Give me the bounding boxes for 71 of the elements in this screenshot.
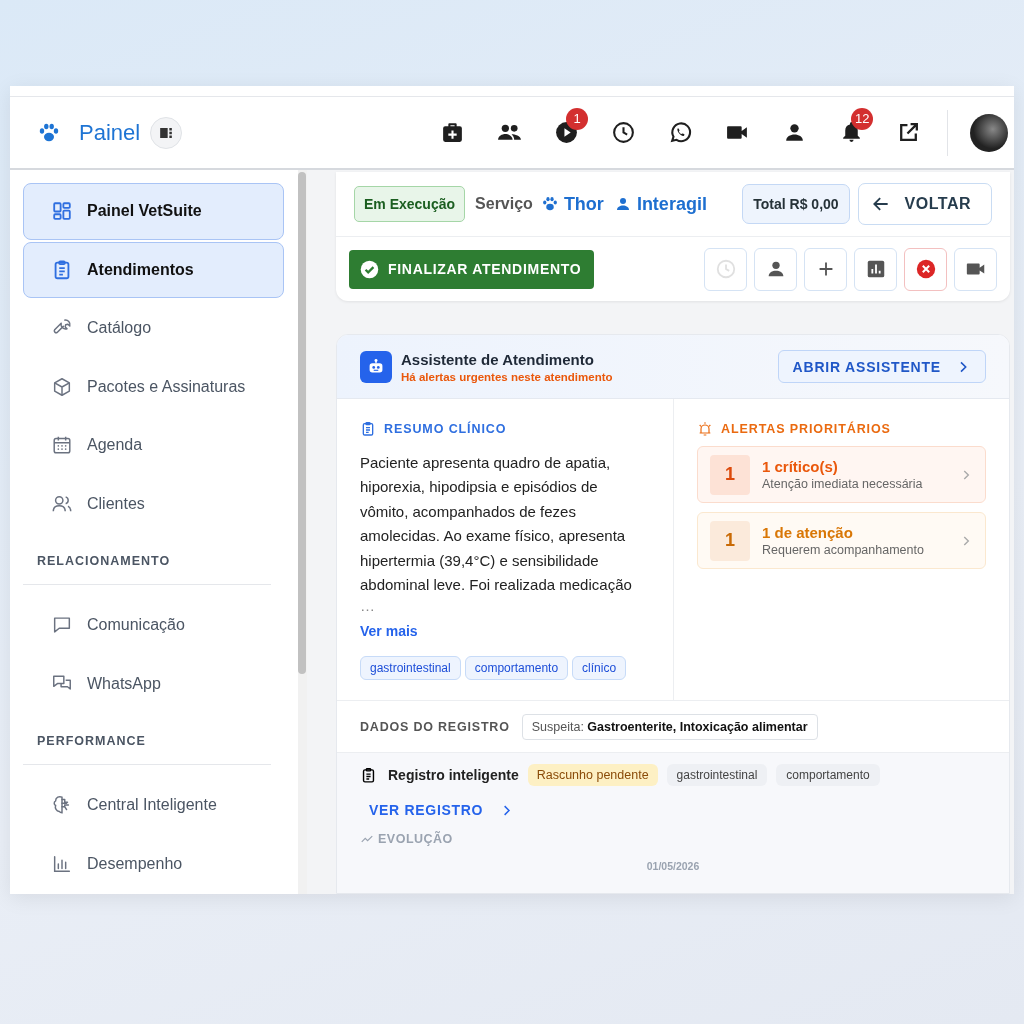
- tag: gastrointestinal: [360, 656, 461, 681]
- section-heading: PERFORMANCE: [37, 734, 146, 748]
- sidebar-item[interactable]: Clientes: [23, 475, 284, 532]
- sidebar-item[interactable]: Comunicação: [23, 597, 284, 654]
- box-icon: [51, 375, 73, 398]
- pet-name[interactable]: Thor: [563, 193, 604, 215]
- calendar-icon: [51, 434, 73, 457]
- sidebar-item[interactable]: Central Inteligente: [23, 777, 284, 834]
- sidebar-item[interactable]: Agenda: [23, 417, 284, 474]
- alarm-icon: [697, 421, 713, 437]
- cancel-button[interactable]: [904, 247, 947, 291]
- clipboard-icon: [360, 421, 376, 437]
- client-name[interactable]: Interagil: [636, 193, 707, 215]
- tag: comportamento: [464, 656, 569, 681]
- section-heading: RESUMO CLÍNICO: [384, 422, 507, 436]
- sidebar-item[interactable]: Atendimentos: [23, 241, 284, 298]
- finish-button[interactable]: FINALIZAR ATENDIMENTO: [349, 249, 595, 289]
- sidebar-item[interactable]: Pacotes e Assinaturas: [23, 358, 284, 415]
- alert-card[interactable]: 1 1 de atenção Requerem acompanhamento: [697, 512, 986, 569]
- whatsapp-icon: [668, 120, 693, 145]
- close-icon: [914, 258, 937, 280]
- person-button[interactable]: [754, 247, 797, 291]
- alert-title: 1 de atenção: [762, 524, 854, 541]
- alert-count: 1: [710, 454, 750, 495]
- service-label: Serviço: [475, 195, 533, 213]
- clinical-summary: Paciente apresenta quadro de apatia, hiporexia, hipodipsia e episódios de vômito, acompanhados de fezes amolecidas. Ao exame físico, apresenta hipertermia (39,4°C) e sensibilidade abdominal leve. Foi realizada medicação: [360, 453, 633, 596]
- clock-icon: [714, 258, 737, 280]
- sidebar-item[interactable]: WhatsApp: [23, 655, 284, 712]
- tag: clínico: [572, 656, 627, 681]
- count-badge: 12: [851, 107, 874, 130]
- suspicion-tag: Suspeita: Gastroenterite, Intoxicação alimentar: [521, 713, 818, 740]
- ellipsis: …: [360, 599, 375, 614]
- sidebar-item[interactable]: Catálogo: [23, 300, 284, 357]
- status-badge: Em Execução: [354, 186, 466, 222]
- clipboard-icon: [360, 766, 377, 784]
- user-avatar[interactable]: [970, 113, 1008, 152]
- panel-toggle-button[interactable]: [150, 116, 183, 149]
- app-title: Painel: [79, 119, 141, 146]
- alert-subtitle: Há alertas urgentes neste atendimento: [401, 370, 613, 383]
- total-amount: Total R$ 0,00: [742, 184, 850, 224]
- add-button[interactable]: [804, 247, 847, 291]
- paw-icon: [540, 195, 559, 213]
- alert-card[interactable]: 1 1 crítico(s) Atenção imediata necessária: [697, 446, 986, 503]
- view-record-link[interactable]: VER REGISTRO: [362, 798, 522, 823]
- section-heading: ALERTAS PRIORITÁRIOS: [721, 422, 891, 436]
- section-heading: EVOLUÇÃO: [378, 832, 453, 847]
- scrollbar-thumb[interactable]: [298, 172, 306, 674]
- count-badge: 1: [566, 107, 588, 130]
- tag: gastrointestinal: [666, 764, 768, 787]
- alert-description: Requerem acompanhamento: [762, 543, 924, 557]
- video-button[interactable]: [954, 247, 997, 291]
- alert-count: 1: [710, 520, 750, 561]
- assistant-title: Assistente de Atendimento: [401, 350, 595, 368]
- date-label: 01/05/2026: [646, 860, 700, 873]
- sidebar-item[interactable]: Painel VetSuite: [23, 183, 284, 240]
- chart-button[interactable]: [854, 247, 897, 291]
- back-button[interactable]: VOLTAR: [857, 183, 992, 225]
- status-tag: Rascunho pendente: [527, 764, 658, 787]
- tag: comportamento: [776, 764, 880, 787]
- see-more-link[interactable]: Ver mais: [360, 623, 418, 640]
- alert-description: Atenção imediata necessária: [762, 477, 923, 491]
- check-circle-icon: [359, 258, 380, 280]
- record-title: Registro inteligente: [388, 767, 519, 784]
- open-assistant-button[interactable]: ABRIR ASSISTENTE: [777, 350, 986, 383]
- alert-title: 1 crítico(s): [762, 458, 839, 475]
- sidebar-item[interactable]: Desempenho: [23, 835, 284, 892]
- dashboard-icon: [51, 200, 73, 223]
- medical-kit-icon: [440, 120, 465, 145]
- section-heading: RELACIONAMENTO: [37, 554, 171, 568]
- clock-icon: [611, 120, 636, 145]
- section-heading: DADOS DO REGISTRO: [360, 719, 510, 734]
